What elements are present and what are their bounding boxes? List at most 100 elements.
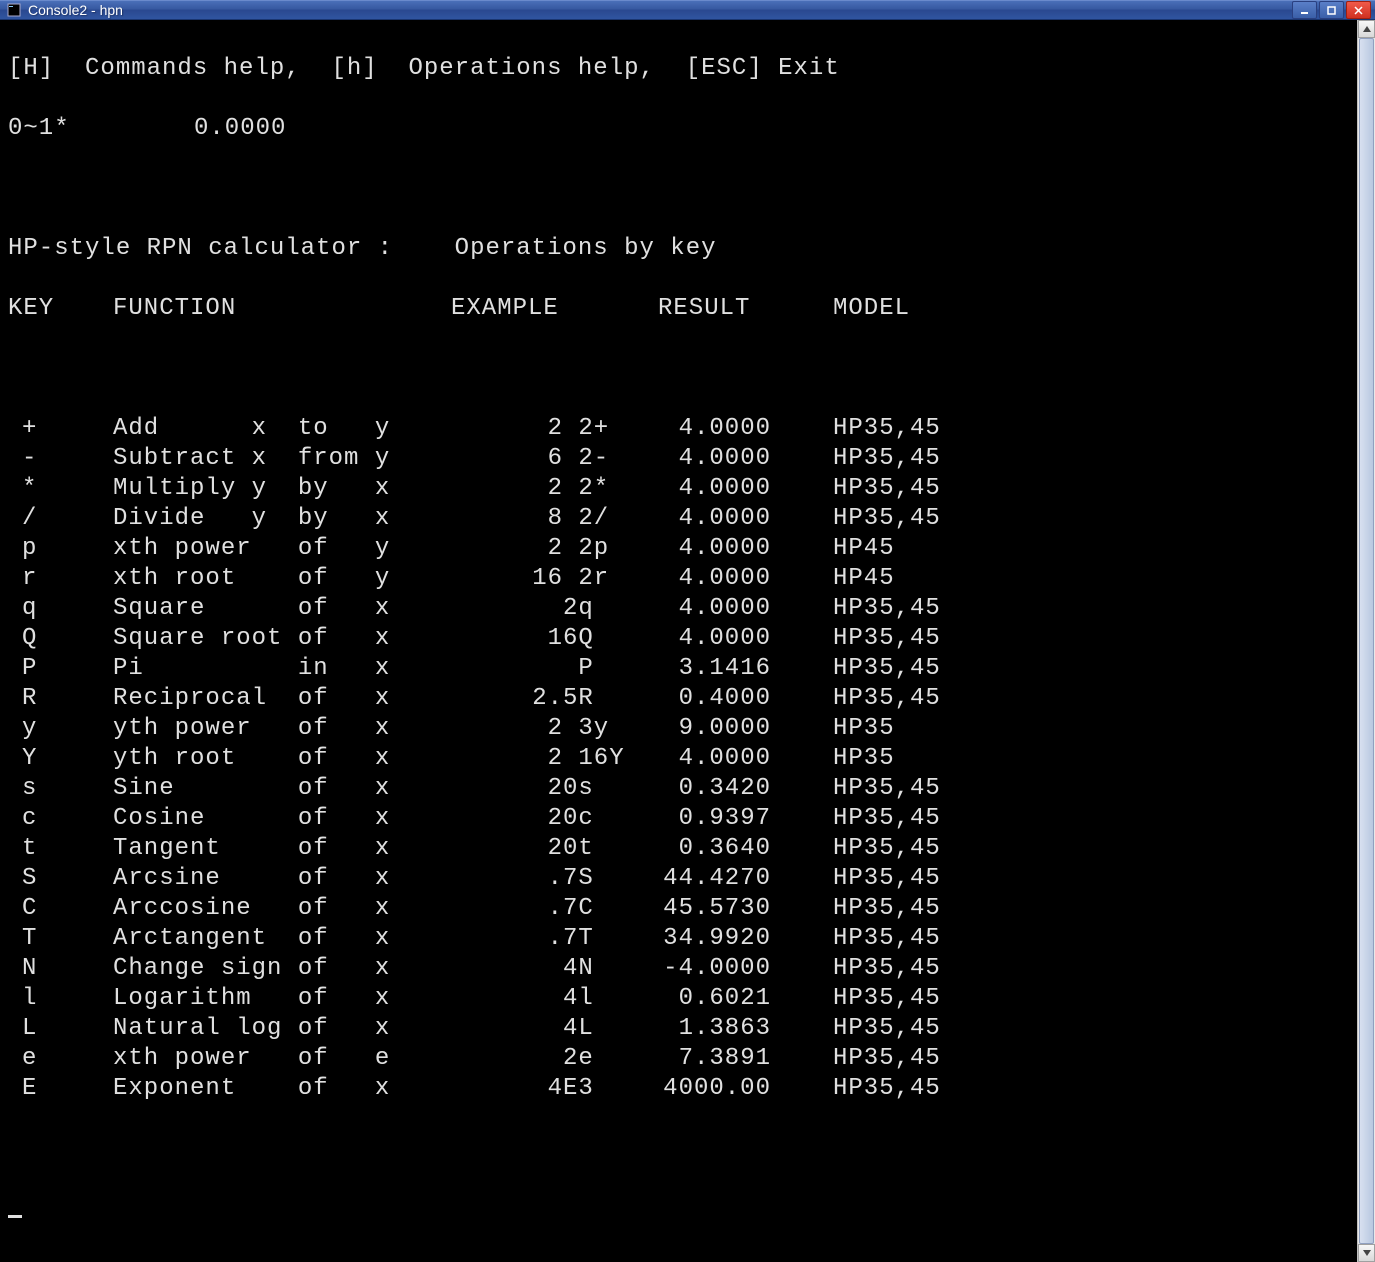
cell-model: HP35,45 bbox=[771, 984, 941, 1014]
table-row: cCosine of x20c0.9397HP35,45 bbox=[8, 804, 1349, 834]
cell-function: xth power of e bbox=[113, 1044, 451, 1074]
cell-key: q bbox=[8, 594, 113, 624]
cell-function: Natural log of x bbox=[113, 1014, 451, 1044]
cell-key: T bbox=[8, 924, 113, 954]
blank-line bbox=[8, 354, 1349, 384]
cell-ex_r: 4L bbox=[563, 1014, 623, 1044]
cell-ex_l: 2 bbox=[451, 474, 563, 504]
cell-ex_r: 5R bbox=[563, 684, 623, 714]
cell-result: 0.9397 bbox=[623, 804, 771, 834]
close-button[interactable] bbox=[1346, 1, 1371, 19]
cell-ex_r: 4l bbox=[563, 984, 623, 1014]
table-row: rxth root of y16 2r4.0000HP45 bbox=[8, 564, 1349, 594]
cell-result: 4.0000 bbox=[623, 474, 771, 504]
cell-model: HP35,45 bbox=[771, 444, 941, 474]
cell-function: Multiply y by x bbox=[113, 474, 451, 504]
cell-ex_r: 2- bbox=[563, 444, 623, 474]
blank-line bbox=[8, 1134, 1349, 1164]
prompt: 0~1* bbox=[8, 114, 194, 144]
cell-function: yth power of x bbox=[113, 714, 451, 744]
cell-ex_r: 2* bbox=[563, 474, 623, 504]
cell-function: Pi in x bbox=[113, 654, 451, 684]
table-row: -Subtract x from y6 2-4.0000HP35,45 bbox=[8, 444, 1349, 474]
cursor bbox=[8, 1194, 22, 1218]
cell-key: N bbox=[8, 954, 113, 984]
cell-model: HP35,45 bbox=[771, 1074, 941, 1104]
cell-model: HP35,45 bbox=[771, 864, 941, 894]
minimize-button[interactable] bbox=[1292, 1, 1317, 19]
cell-result: 3.1416 bbox=[623, 654, 771, 684]
scroll-thumb[interactable] bbox=[1359, 38, 1374, 1244]
cell-ex_l: . bbox=[451, 864, 563, 894]
cell-result: 4.0000 bbox=[623, 564, 771, 594]
cell-function: yth root of x bbox=[113, 744, 451, 774]
scroll-down-button[interactable] bbox=[1358, 1244, 1375, 1262]
cell-ex_r: 2e bbox=[563, 1044, 623, 1074]
cell-model: HP35 bbox=[771, 714, 895, 744]
cell-key: t bbox=[8, 834, 113, 864]
table-row: Yyth root of x2 16Y4.0000HP35 bbox=[8, 744, 1349, 774]
cell-model: HP35,45 bbox=[771, 894, 941, 924]
hdr-function: FUNCTION bbox=[113, 294, 451, 324]
titlebar[interactable]: Console2 - hpn bbox=[0, 1, 1375, 20]
table-row: LNatural log of x 4L1.3863HP35,45 bbox=[8, 1014, 1349, 1044]
table-row: /Divide y by x8 2/4.0000HP35,45 bbox=[8, 504, 1349, 534]
cell-result: 44.4270 bbox=[623, 864, 771, 894]
maximize-button[interactable] bbox=[1319, 1, 1344, 19]
cell-model: HP35,45 bbox=[771, 1014, 941, 1044]
cell-ex_l: 2 bbox=[451, 414, 563, 444]
cell-ex_l: 4 bbox=[451, 1074, 563, 1104]
cell-ex_r: E3 bbox=[563, 1074, 623, 1104]
cell-ex_l: 2 bbox=[451, 834, 563, 864]
cell-key: L bbox=[8, 1014, 113, 1044]
cell-key: Q bbox=[8, 624, 113, 654]
cell-result: 4000.00 bbox=[623, 1074, 771, 1104]
vertical-scrollbar[interactable] bbox=[1357, 20, 1375, 1262]
cell-function: Square of x bbox=[113, 594, 451, 624]
cell-key: * bbox=[8, 474, 113, 504]
help-line: [H] Commands help, [h] Operations help, … bbox=[8, 54, 1349, 84]
cell-model: HP35 bbox=[771, 744, 895, 774]
cell-key: C bbox=[8, 894, 113, 924]
cell-key: l bbox=[8, 984, 113, 1014]
cell-ex_l: 8 bbox=[451, 504, 563, 534]
cell-key: / bbox=[8, 504, 113, 534]
blank-line bbox=[8, 174, 1349, 204]
cell-function: Arcsine of x bbox=[113, 864, 451, 894]
cell-key: P bbox=[8, 654, 113, 684]
cell-result: 1.3863 bbox=[623, 1014, 771, 1044]
cell-key: p bbox=[8, 534, 113, 564]
cell-ex_l: 2 bbox=[451, 804, 563, 834]
cell-model: HP45 bbox=[771, 564, 895, 594]
body-area: [H] Commands help, [h] Operations help, … bbox=[0, 20, 1375, 1262]
cell-ex_l: 2 bbox=[451, 774, 563, 804]
cell-function: Exponent of x bbox=[113, 1074, 451, 1104]
cell-model: HP35,45 bbox=[771, 504, 941, 534]
cell-ex_l: 1 bbox=[451, 624, 563, 654]
subtitle: HP-style RPN calculator : Operations by … bbox=[8, 234, 1349, 264]
cell-function: Reciprocal of x bbox=[113, 684, 451, 714]
cell-ex_l: 6 bbox=[451, 444, 563, 474]
hdr-result: RESULT bbox=[623, 294, 771, 324]
cell-ex_r: 0t bbox=[563, 834, 623, 864]
hdr-example: EXAMPLE bbox=[451, 294, 563, 324]
cell-model: HP35,45 bbox=[771, 804, 941, 834]
cell-ex_r: 16Y bbox=[563, 744, 623, 774]
cell-ex_r: 0c bbox=[563, 804, 623, 834]
cell-result: 34.9920 bbox=[623, 924, 771, 954]
cell-function: Logarithm of x bbox=[113, 984, 451, 1014]
table-row: lLogarithm of x4l0.6021HP35,45 bbox=[8, 984, 1349, 1014]
cell-function: Divide y by x bbox=[113, 504, 451, 534]
table-row: tTangent of x20t0.3640HP35,45 bbox=[8, 834, 1349, 864]
cell-function: Square root of x bbox=[113, 624, 451, 654]
scroll-up-button[interactable] bbox=[1358, 20, 1375, 38]
scroll-track[interactable] bbox=[1358, 38, 1375, 1244]
status-value: 0.0000 bbox=[194, 114, 286, 144]
terminal-content[interactable]: [H] Commands help, [h] Operations help, … bbox=[0, 20, 1357, 1262]
cell-result: 0.3640 bbox=[623, 834, 771, 864]
cell-model: HP35,45 bbox=[771, 474, 941, 504]
cell-result: 0.3420 bbox=[623, 774, 771, 804]
cell-ex_l: 16 bbox=[451, 564, 563, 594]
cell-result: 4.0000 bbox=[623, 624, 771, 654]
cell-key: - bbox=[8, 444, 113, 474]
